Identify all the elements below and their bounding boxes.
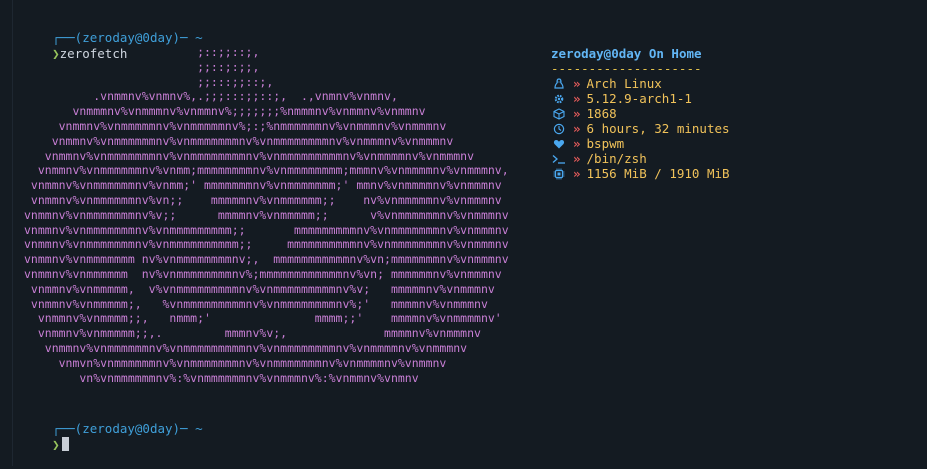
info-row-os: » Arch Linux: [551, 76, 730, 91]
ascii-art-line: ;;::;:;;,: [24, 59, 260, 74]
ascii-art-line: .vnmmnv%vnmnv%,.;;;:::;;::;, .,vnmnv%vnm…: [24, 89, 398, 104]
info-row-memory: » 1156 MiB / 1910 MiB: [551, 166, 730, 181]
info-host-suffix: On Home: [641, 46, 702, 61]
chevron-icon: »: [573, 166, 581, 181]
chip-icon: [551, 168, 567, 180]
chevron-icon: »: [573, 151, 581, 166]
ascii-art-line: vnmmnv%vnmmmmmmmnv%vnmmmmmmmmnv%vnmmmmmm…: [24, 148, 475, 163]
packages-value: 1868: [586, 106, 617, 121]
ascii-art-line: vnmmnv%vnmmmmmm nv%vnmmmmmmmmnv%;mmmmmmm…: [24, 267, 502, 281]
kernel-value: 5.12.9-arch1-1: [586, 91, 692, 106]
gear-icon: [551, 93, 567, 105]
linux-icon: [551, 77, 567, 90]
ascii-art-line: vnmmmnv%vnmmmnv%vnmmnv%;;;;;;;%nmmmnv%vn…: [24, 104, 426, 119]
ascii-art-line: vnmmnv%vnmmmmm;;,. mmmnv%v;, mmmmnv%vnmm…: [24, 326, 481, 341]
system-info-panel: zeroday@0day On Home -------------------…: [551, 46, 730, 181]
info-row-shell: » /bin/zsh: [551, 151, 730, 166]
prompt-corner: ┌──(zeroday@0day)─ ~: [52, 421, 203, 436]
info-row-wm: » bspwm: [551, 136, 730, 151]
clock-icon: [551, 123, 567, 135]
os-value: Arch Linux: [586, 76, 662, 91]
ascii-art-line: vnmmnv%vnmmmmmmnv%vnmmmmmmmmmnv%vnmmmmmm…: [24, 341, 468, 355]
terminal-window[interactable]: ┌──(zeroday@0day)─ ~ ❯zerofetch ;::;;::;…: [0, 0, 927, 466]
info-row-packages: » 1868: [551, 106, 730, 121]
ascii-art-line: vnmmnv%vnmmmmmmmnv%vnmmmmmmmmm;; mmmmmmm…: [24, 222, 509, 237]
info-separator: --------------------: [551, 61, 702, 76]
ascii-art-line: vnmmnv%vnmmmmmmnv%vnmm;mmmmmmmmnv%vnmmmm…: [24, 163, 509, 178]
ascii-art-line: vnmmnv%vnmmmmmmnv%vnmm;' mmmmmmmnv%vnmmm…: [24, 178, 502, 193]
chevron-icon: »: [573, 76, 581, 91]
window-border: [12, 0, 13, 466]
wm-value: bspwm: [586, 136, 625, 151]
prompt-header: ┌──(zeroday@0day)─ ~: [22, 15, 203, 45]
chevron-icon: »: [573, 106, 581, 121]
package-icon: [551, 107, 567, 120]
ascii-art-line: ;::;;::;,: [24, 45, 260, 59]
ascii-art-line: vn%vnmmmmmmnv%:%vnmmmmmmnv%vnmmmnv%:%vnm…: [24, 370, 419, 385]
chevron-icon: »: [573, 121, 581, 136]
prompt-header-2: ┌──(zeroday@0day)─ ~: [22, 406, 203, 436]
ascii-art-line: vnmmnv%vnmmmmmmm nv%vnmmmmmmmmnv;, mmmmm…: [24, 252, 509, 267]
ascii-art-line: vnmvn%vnmmmmmmnv%vnmmmmmmmnv%vnmmmmmmmnv…: [24, 355, 447, 370]
info-row-uptime: » 6 hours, 32 minutes: [551, 121, 730, 136]
prompt-command-line-2[interactable]: ❯: [22, 421, 69, 452]
ascii-art-line: vnmmnv%vnmmmmmmnv%vn;; mmmmmnv%vnmmmmmm;…: [24, 193, 502, 207]
memory-value: 1156 MiB / 1910 MiB: [586, 166, 730, 181]
info-row-kernel: » 5.12.9-arch1-1: [551, 91, 730, 106]
terminal-icon: [551, 153, 567, 165]
ascii-art-line: vnmmnv%vnmmmm;;, nmmm;' mmmm;;' mmmmnv%v…: [24, 311, 502, 326]
chevron-icon: »: [573, 91, 581, 106]
chevron-icon: »: [573, 136, 581, 151]
ascii-art-line: vnmmnv%vnmmmmmmnv%vnmmmmmmmnv%vnmmmmmmmm…: [24, 133, 454, 148]
text-cursor: [61, 437, 69, 451]
info-title: zeroday@0day On Home: [551, 46, 730, 61]
prompt-arrow-icon: ❯: [52, 437, 60, 452]
ascii-art-line: ;;:::;;::;,: [24, 74, 274, 89]
info-user: zeroday@0day: [551, 46, 642, 61]
ascii-art-line: vnmmnv%vnmmmmm, v%vnmmmmmmmmmnv%vnmmmmmm…: [24, 281, 495, 296]
uptime-value: 6 hours, 32 minutes: [586, 121, 730, 136]
shell-value: /bin/zsh: [586, 151, 647, 166]
ascii-art-line: vnmmnv%vnmmmmm;, %vnmmmmmmmmmnv%vnmmmmmm…: [24, 296, 488, 311]
prompt-command-line: ❯zerofetch: [22, 30, 127, 61]
ascii-art-line: vnmmnv%vnmmmmmnv%vnmmmmmnv%;:;%nmmmmmmnv…: [24, 119, 447, 133]
ascii-art-line: vnmmnv%vnmmmmmmmnv%v;; mmmmnv%vnmmmmm;; …: [24, 207, 509, 222]
ascii-art-line: vnmmnv%vnmmmmmmmnv%vnmmmmmmmmmm;; mmmmmm…: [24, 237, 509, 252]
heart-icon: [551, 138, 567, 150]
